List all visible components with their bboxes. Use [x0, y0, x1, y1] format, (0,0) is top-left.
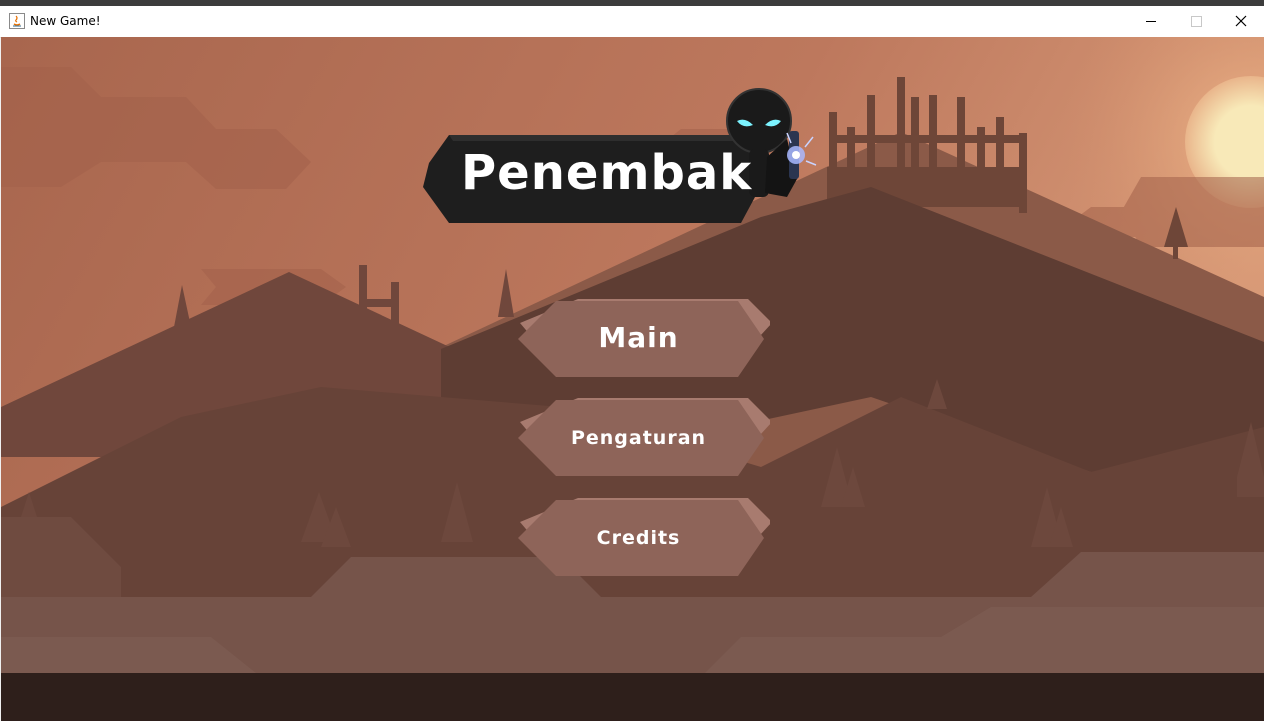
close-icon — [1235, 15, 1247, 27]
ground-strip — [1, 673, 1264, 721]
minimize-icon — [1146, 21, 1156, 22]
pengaturan-button-label: Pengaturan — [570, 427, 707, 449]
maximize-icon — [1191, 16, 1202, 27]
maximize-button[interactable] — [1174, 6, 1220, 37]
game-canvas[interactable]: Penembak Main Pengaturan Credits — [1, 37, 1264, 721]
window-title: New Game! — [30, 14, 101, 28]
java-app-icon — [9, 13, 25, 29]
main-button[interactable]: Main — [516, 299, 770, 381]
minimize-button[interactable] — [1128, 6, 1174, 37]
game-window: New Game! Penembak Main Pengaturan Credi… — [0, 0, 1264, 721]
title-bar[interactable]: New Game! — [0, 6, 1264, 38]
credits-button[interactable]: Credits — [516, 498, 770, 580]
close-button[interactable] — [1218, 6, 1264, 37]
game-logo-text: Penembak — [461, 145, 753, 201]
credits-button-label: Credits — [596, 527, 681, 549]
pengaturan-button[interactable]: Pengaturan — [516, 398, 770, 480]
main-button-label: Main — [598, 321, 679, 354]
